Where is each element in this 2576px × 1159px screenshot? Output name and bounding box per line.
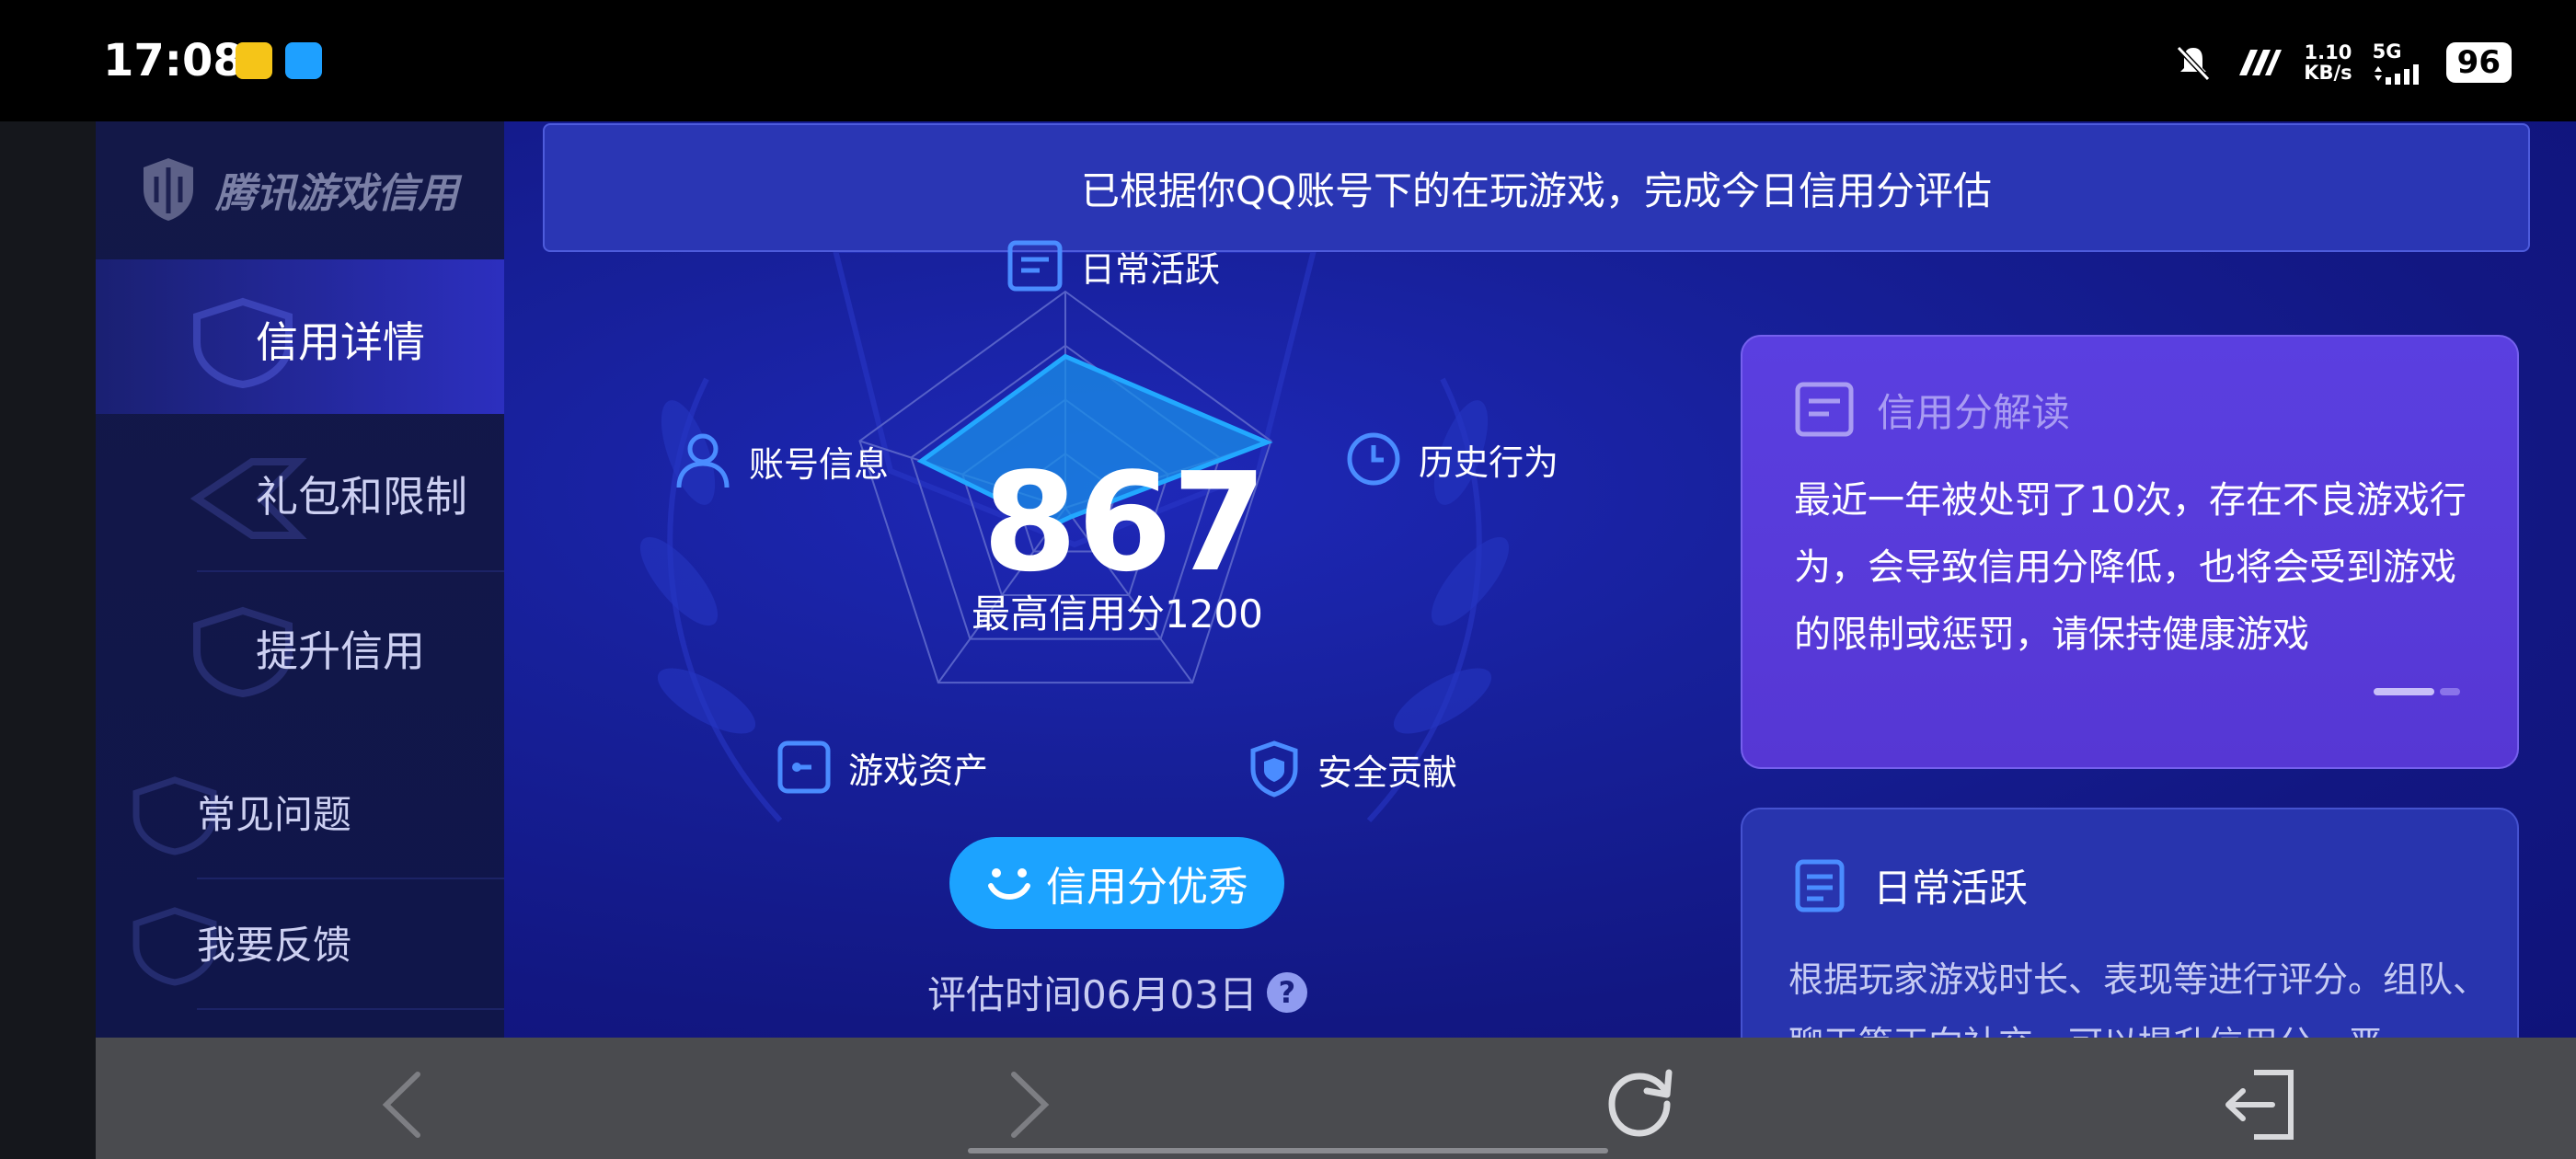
card-body: 最近一年被处罚了10次，存在不良游戏行为，会导致信用分降低，也将会受到游戏的限制… [1794,479,2467,656]
max-score-text: 最高信用分1200 [972,591,1263,637]
wallet-icon [777,740,831,794]
divider [197,1008,504,1010]
radar-label-text: 游戏资产 [848,750,989,791]
user-icon [676,433,730,488]
notification-app-icon [236,42,272,79]
card-title: 信用分解读 [1877,389,2071,435]
network-type: 5G [2372,40,2402,63]
signal-block: 5G [2373,40,2426,85]
network-speed-unit: KB/s [2304,62,2352,84]
smile-icon [988,868,1030,900]
browser-toolbar [96,1038,2576,1159]
card-title: 日常活跃 [1873,866,2029,911]
network-speed-value: 1.10 [2304,41,2352,63]
credit-status-badge: 信用分优秀 [949,837,1284,929]
daily-active-card: 日常活跃 根据玩家游戏时长、表现等进行评分。组队、聊天等正向社交，可以提升信用分… [1741,808,2519,1038]
document-icon [1795,382,1854,437]
radar-label-account: 账号信息 [673,430,889,491]
carrier-icon [2239,50,2283,75]
assessment-banner: 已根据你QQ账号下的在玩游戏，完成今日信用分评估 [543,123,2530,252]
status-time: 17:08 [103,35,244,86]
card-header: 信用分解读 [1794,381,2070,438]
pager-dot [2440,688,2460,695]
sidebar-item-improve-credit[interactable]: 提升信用 [96,572,504,725]
clock-icon [1347,432,1400,486]
daily-active-icon [1007,240,1063,292]
sidebar-item-label: 信用详情 [256,317,425,367]
screen: 17:08 1.10 KB/s 5G 96 腾讯游戏信用 信用详情 礼包和限制 … [0,0,2576,1159]
exit-icon[interactable] [2221,1063,2304,1146]
status-indicators: 1.10 KB/s 5G 96 [2173,37,2512,88]
battery-level: 96 [2445,42,2512,83]
evaluation-time-text: 评估时间06月03日 [927,972,1258,1017]
left-edge [0,121,96,1159]
credit-status-label: 信用分优秀 [1046,864,1248,911]
radar-label-assets: 游戏资产 [776,740,988,795]
radar-label-text: 安全贡献 [1317,752,1458,793]
pager-dot-active [2374,688,2434,695]
shield-logo-icon [144,158,193,221]
radar-label-history: 历史行为 [1345,430,1558,488]
network-speed: 1.10 KB/s [2304,42,2352,83]
status-bar: 17:08 1.10 KB/s 5G 96 [0,0,2576,121]
chevron-left-icon[interactable] [364,1063,447,1146]
sidebar-item-label: 常见问题 [197,792,352,837]
card-body: 根据玩家游戏时长、表现等进行评分。组队、聊天等正向社交，可以提升信用分，严 [1788,959,2489,1038]
radar-label-text: 历史行为 [1419,442,1559,483]
credit-interpretation-card: 信用分解读 最近一年被处罚了10次，存在不良游戏行为，会导致信用分降低，也将会受… [1741,335,2519,769]
sidebar-item-feedback[interactable]: 我要反馈 [96,885,504,1010]
brand-name: 腾讯游戏信用 [215,170,458,217]
radar-label-text: 账号信息 [749,443,890,485]
sidebar-item-gifts-limits[interactable]: 礼包和限制 [96,414,504,570]
sidebar-item-label: 礼包和限制 [256,472,467,522]
evaluation-time: 评估时间06月03日 ? [927,964,1307,1020]
home-indicator[interactable] [968,1148,1608,1153]
divider [197,878,504,879]
mute-icon [2177,45,2211,82]
pager-dots[interactable] [2374,688,2460,695]
card-header: 日常活跃 [1794,857,2028,913]
help-icon[interactable]: ? [1266,971,1307,1013]
sidebar-item-label: 我要反馈 [197,923,352,968]
list-document-icon [1795,859,1845,912]
shield-icon [1250,740,1298,798]
radar-label-text: 日常活跃 [1080,248,1221,290]
signal-icon [2374,64,2419,85]
refresh-icon[interactable] [1601,1063,1684,1146]
chevron-right-icon[interactable] [984,1063,1067,1146]
brand-logo: 腾讯游戏信用 [136,155,458,224]
credit-score: 867 [983,443,1267,602]
sidebar-item-label: 提升信用 [256,626,425,676]
notification-app-icon-2 [285,42,322,79]
sidebar-item-credit-details[interactable]: 信用详情 [96,259,504,414]
main-panel: 已根据你QQ账号下的在玩游戏，完成今日信用分评估 日常活跃 历史行为 安全贡献 … [504,121,2576,1038]
sidebar-item-faq[interactable]: 常见问题 [96,747,504,872]
radar-label-daily: 日常活跃 [1006,239,1220,293]
radar-label-security: 安全贡献 [1248,740,1457,798]
sidebar: 腾讯游戏信用 信用详情 礼包和限制 提升信用 常见问题 我要反馈 [96,121,504,1038]
